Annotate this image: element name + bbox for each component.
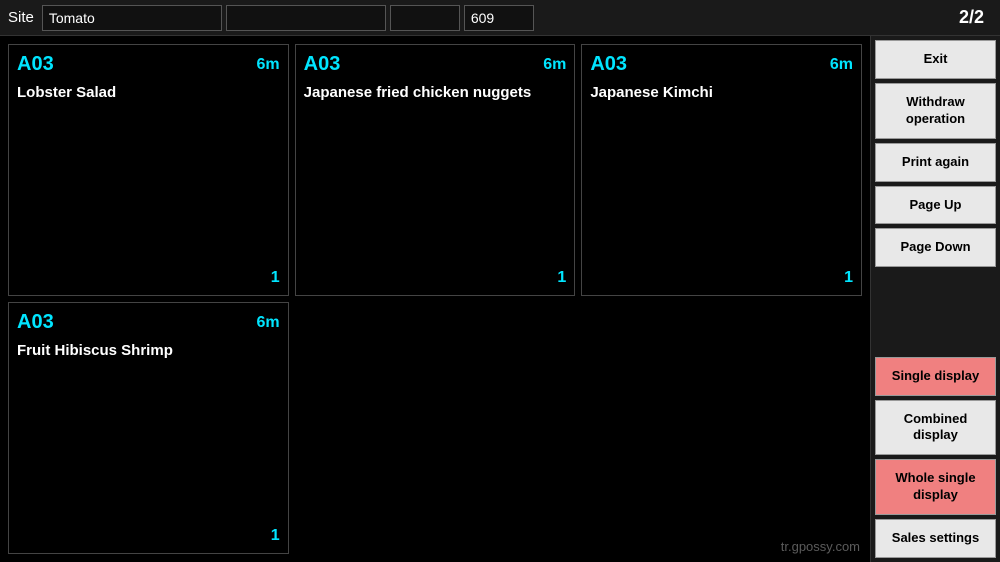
sidebar: Exit Withdraw operation Print again Page… — [870, 36, 1000, 562]
card-qty: 1 — [304, 269, 567, 287]
main-layout: A03 6m Lobster Salad 1 A03 6m Japanese f… — [0, 36, 1000, 562]
page-indicator: 2/2 — [959, 7, 984, 28]
card-time: 6m — [257, 314, 280, 332]
card-header: A03 6m — [590, 53, 853, 76]
header-field4[interactable] — [464, 5, 534, 31]
whole-single-display-button[interactable]: Whole single display — [875, 459, 996, 515]
exit-button[interactable]: Exit — [875, 40, 996, 79]
card-table: A03 — [17, 311, 54, 334]
card-item: Lobster Salad — [17, 84, 280, 269]
card-table: A03 — [304, 53, 341, 76]
print-again-button[interactable]: Print again — [875, 143, 996, 182]
sidebar-bottom: Single display Combined display Whole si… — [875, 357, 996, 558]
sales-settings-button[interactable]: Sales settings — [875, 519, 996, 558]
card-item: Fruit Hibiscus Shrimp — [17, 342, 280, 527]
card-item: Japanese Kimchi — [590, 84, 853, 269]
watermark: tr.gpossy.com — [781, 539, 860, 554]
card-qty: 1 — [590, 269, 853, 287]
withdraw-operation-button[interactable]: Withdraw operation — [875, 83, 996, 139]
page-up-button[interactable]: Page Up — [875, 186, 996, 225]
card-time: 6m — [543, 56, 566, 74]
card-header: A03 6m — [304, 53, 567, 76]
card-header: A03 6m — [17, 311, 280, 334]
content-area: A03 6m Lobster Salad 1 A03 6m Japanese f… — [0, 36, 870, 562]
order-card: A03 6m Fruit Hibiscus Shrimp 1 — [8, 302, 289, 554]
card-table: A03 — [17, 53, 54, 76]
header-field3[interactable] — [390, 5, 460, 31]
card-table: A03 — [590, 53, 627, 76]
page-down-button[interactable]: Page Down — [875, 228, 996, 267]
card-qty: 1 — [17, 269, 280, 287]
site-input[interactable] — [42, 5, 222, 31]
site-label: Site — [8, 9, 34, 26]
single-display-button[interactable]: Single display — [875, 357, 996, 396]
combined-display-button[interactable]: Combined display — [875, 400, 996, 456]
card-time: 6m — [257, 56, 280, 74]
order-card: A03 6m Japanese Kimchi 1 — [581, 44, 862, 296]
card-item: Japanese fried chicken nuggets — [304, 84, 567, 269]
card-header: A03 6m — [17, 53, 280, 76]
header: Site 2/2 — [0, 0, 1000, 36]
order-card: A03 6m Japanese fried chicken nuggets 1 — [295, 44, 576, 296]
card-time: 6m — [830, 56, 853, 74]
card-qty: 1 — [17, 527, 280, 545]
order-card: A03 6m Lobster Salad 1 — [8, 44, 289, 296]
header-field2[interactable] — [226, 5, 386, 31]
